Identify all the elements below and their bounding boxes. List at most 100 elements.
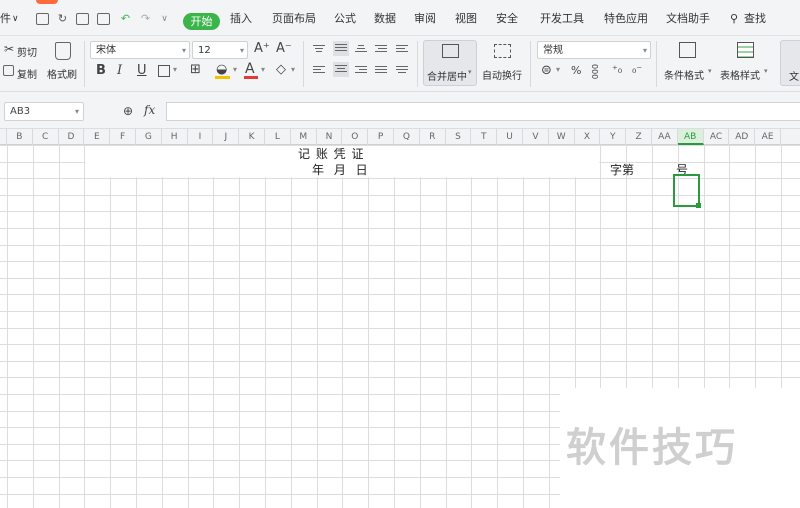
formula-input[interactable] <box>166 102 800 121</box>
wrap-text-button[interactable]: 自动换行 <box>482 67 522 82</box>
bold-button[interactable]: B <box>96 63 106 78</box>
tab-insert[interactable]: 插入 <box>230 11 252 27</box>
column-header-l[interactable]: L <box>265 129 291 145</box>
align-right-icon[interactable] <box>355 66 367 76</box>
underline-button[interactable]: U <box>137 63 147 78</box>
percent-button[interactable]: % <box>571 64 581 77</box>
tab-security[interactable]: 安全 <box>496 11 518 27</box>
redo-arrow-icon[interactable]: ↷ <box>139 13 152 25</box>
zoom-icon[interactable]: ⊕ <box>123 104 133 118</box>
column-header-ae[interactable]: AE <box>755 129 781 145</box>
save-icon[interactable] <box>36 13 49 25</box>
wrap-text-icon[interactable] <box>494 44 511 58</box>
chevron-down-icon[interactable]: ∨ <box>158 13 171 25</box>
column-header-u[interactable]: U <box>497 129 523 145</box>
column-header-f[interactable]: F <box>110 129 136 145</box>
tab-special-apps[interactable]: 特色应用 <box>604 11 648 27</box>
outdent-icon[interactable] <box>396 45 408 55</box>
column-header-d[interactable]: D <box>59 129 85 145</box>
column-header-n[interactable]: N <box>317 129 343 145</box>
italic-button[interactable]: I <box>117 63 122 78</box>
fill-color-icon[interactable]: ◒ <box>216 62 227 77</box>
redo-icon[interactable]: ↻ <box>56 13 69 25</box>
table-style-icon[interactable] <box>737 42 754 58</box>
indent-icon[interactable] <box>375 45 387 55</box>
column-header-ab[interactable]: AB <box>677 129 704 145</box>
fx-icon[interactable]: fx <box>144 103 155 117</box>
format-painter-button[interactable]: 格式刷 <box>47 66 77 81</box>
column-header-k[interactable]: K <box>239 129 265 145</box>
column-header-ac[interactable]: AC <box>704 129 730 145</box>
column-header-o[interactable]: O <box>342 129 369 145</box>
column-header-e[interactable]: E <box>84 129 111 145</box>
thousands-button[interactable]: 000 <box>590 64 599 79</box>
column-header-j[interactable]: J <box>213 129 240 145</box>
column-header-t[interactable]: T <box>471 129 498 145</box>
column-header-v[interactable]: V <box>523 129 549 145</box>
column-header-s[interactable]: S <box>446 129 472 145</box>
active-cell[interactable] <box>673 174 701 208</box>
tab-data[interactable]: 数据 <box>374 11 396 27</box>
preview-icon[interactable] <box>97 13 110 25</box>
copy-button[interactable]: 复制 <box>17 66 37 81</box>
column-header-aa[interactable]: AA <box>652 129 678 145</box>
column-header-y[interactable]: Y <box>600 129 627 145</box>
column-header-z[interactable]: Z <box>626 129 652 145</box>
border-icon[interactable] <box>158 65 170 77</box>
chevron-down-icon[interactable]: ▾ <box>764 67 768 75</box>
chevron-down-icon[interactable]: ▾ <box>261 65 265 74</box>
name-box[interactable]: AB3 ▾ <box>4 102 84 121</box>
chevron-down-icon[interactable]: ▾ <box>291 65 295 74</box>
column-header-h[interactable]: H <box>162 129 188 145</box>
column-header-x[interactable]: X <box>575 129 601 145</box>
search-button[interactable]: 查找 <box>744 11 766 27</box>
tab-formulas[interactable]: 公式 <box>334 11 356 27</box>
column-header-b[interactable]: B <box>7 129 33 145</box>
file-menu-chevron-icon[interactable]: ∨ <box>12 11 19 27</box>
column-header-i[interactable]: I <box>188 129 214 145</box>
column-header-corner[interactable] <box>0 129 7 145</box>
increase-decimal-icon[interactable]: ⁺₀ <box>612 63 622 76</box>
tab-view[interactable]: 视图 <box>455 11 477 27</box>
tab-review[interactable]: 审阅 <box>414 11 436 27</box>
chevron-down-icon[interactable]: ▾ <box>556 65 560 74</box>
font-color-icon[interactable]: A <box>245 61 255 77</box>
currency-icon[interactable]: ⊜ <box>541 63 552 78</box>
undo-icon[interactable]: ↶ <box>119 13 132 25</box>
align-middle-icon[interactable] <box>333 41 349 56</box>
cell-styles-button[interactable]: 文 <box>780 40 800 86</box>
column-header-p[interactable]: P <box>368 129 394 145</box>
decrease-decimal-icon[interactable]: ₀⁻ <box>632 63 642 76</box>
column-header-m[interactable]: M <box>291 129 317 145</box>
column-header-ad[interactable]: AD <box>729 129 756 145</box>
print-icon[interactable] <box>76 13 89 25</box>
tab-developer[interactable]: 开发工具 <box>540 11 584 27</box>
chevron-down-icon[interactable]: ▾ <box>708 67 712 75</box>
tab-doc-assistant[interactable]: 文档助手 <box>666 11 710 27</box>
eraser-icon[interactable]: ◇ <box>276 62 286 77</box>
fill-handle[interactable] <box>696 203 701 208</box>
column-header-g[interactable]: G <box>136 129 162 145</box>
column-header-w[interactable]: W <box>549 129 575 145</box>
column-header-q[interactable]: Q <box>394 129 420 145</box>
align-top-icon[interactable] <box>313 45 325 55</box>
file-menu[interactable]: 件 <box>0 11 11 27</box>
format-painter-icon[interactable] <box>55 42 71 60</box>
column-header-r[interactable]: R <box>420 129 446 145</box>
tab-page-layout[interactable]: 页面布局 <box>272 11 316 27</box>
align-left-icon[interactable] <box>313 66 325 76</box>
merge-center-button[interactable]: 合并居中 ▾ <box>423 40 477 86</box>
conditional-format-button[interactable]: 条件格式 <box>664 67 704 82</box>
font-shrink-icon[interactable]: A⁻ <box>276 41 292 56</box>
justify-icon[interactable] <box>375 66 387 76</box>
align-center-icon[interactable] <box>333 62 349 77</box>
distributed-align-icon[interactable] <box>396 66 408 76</box>
copy-icon[interactable] <box>3 65 14 76</box>
number-format-select[interactable]: 常规 ▾ <box>537 41 651 59</box>
scissors-icon[interactable]: ✂ <box>4 42 14 56</box>
font-family-select[interactable]: 宋体 ▾ <box>90 41 190 59</box>
cut-button[interactable]: 剪切 <box>17 44 37 59</box>
font-size-select[interactable]: 12 ▾ <box>192 41 248 59</box>
tab-start[interactable]: 开始 <box>183 13 220 30</box>
chevron-down-icon[interactable]: ▾ <box>173 65 177 74</box>
